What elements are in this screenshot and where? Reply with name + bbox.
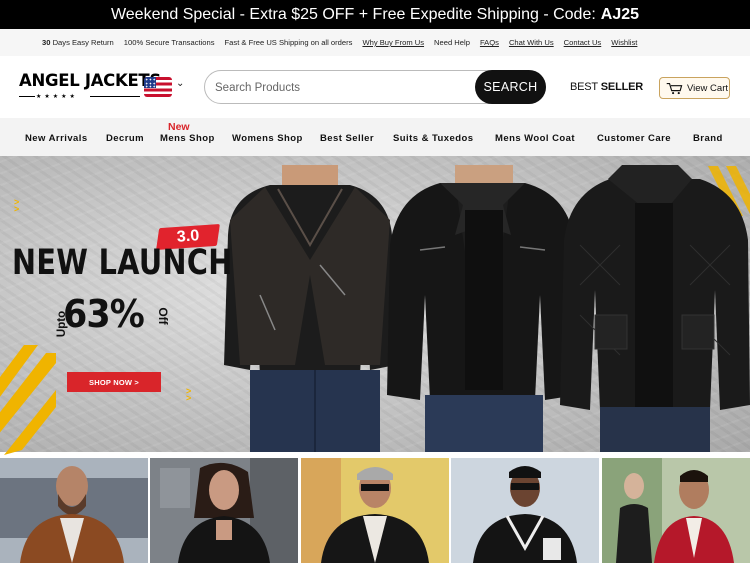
tile-silver-fox[interactable] — [300, 458, 449, 563]
nav-mens-wool-coat[interactable]: Mens Wool Coat — [495, 133, 575, 144]
search-button[interactable]: SEARCH — [475, 70, 546, 104]
tile-image-1 — [0, 458, 148, 563]
nav-mens-shop[interactable]: Mens Shop — [160, 133, 215, 144]
why-buy-link[interactable]: Why Buy From Us — [362, 38, 424, 47]
chat-link[interactable]: Chat With Us — [509, 38, 554, 47]
shipping-info: Fast & Free US Shipping on all orders — [224, 38, 353, 47]
best-seller-link[interactable]: BEST SELLER — [570, 81, 643, 93]
promo-code: AJ25 — [600, 5, 640, 23]
category-tiles — [0, 458, 750, 563]
logo-rule-right — [90, 96, 140, 97]
off-label: Off — [156, 307, 170, 325]
secure-info: 100% Secure Transactions — [123, 38, 215, 47]
nav-customer-care[interactable]: Customer Care — [597, 133, 671, 144]
promo-bar: Weekend Special - Extra $25 OFF + Free E… — [0, 0, 750, 29]
tile-red-tuxedo[interactable] — [601, 458, 750, 563]
tile-image-4 — [451, 458, 600, 563]
us-flag-icon[interactable]: ✦✦✦ ✦✦✦ ✦✦✦ — [144, 77, 172, 97]
tile-image-3 — [300, 458, 449, 563]
site-header: ANGEL JACKETS ★★★★★ ✦✦✦✦✦✦✦✦✦ ⌄ SEARCH B… — [0, 56, 750, 118]
main-nav: New New Arrivals Decrum Mens Shop Womens… — [0, 118, 750, 156]
shop-now-button[interactable]: SHOP NOW > — [67, 372, 161, 392]
cart-icon — [666, 82, 683, 94]
nav-best-seller[interactable]: Best Seller — [320, 133, 374, 144]
need-help-link[interactable]: Need Help — [434, 38, 470, 47]
returns-info: 30 Days Easy Return — [42, 38, 114, 47]
tile-image-5 — [601, 458, 750, 563]
tile-image-2 — [150, 458, 299, 563]
search-input[interactable] — [215, 79, 465, 97]
model-leather-vest — [224, 165, 396, 452]
utility-bar: 30 Days Easy Return 100% Secure Transact… — [0, 29, 750, 56]
model-black-jacket — [387, 165, 577, 452]
chevron-arrows-icon: > > — [14, 197, 20, 214]
view-cart-label: View Cart — [687, 82, 729, 94]
site-logo[interactable]: ANGEL JACKETS — [19, 72, 161, 90]
wishlist-link[interactable]: Wishlist — [611, 38, 637, 47]
chevron-down-icon[interactable]: ⌄ — [176, 78, 184, 89]
logo-rule-left — [19, 96, 35, 97]
tile-womens-leather[interactable] — [150, 458, 299, 563]
tile-varsity-jacket[interactable] — [451, 458, 600, 563]
promo-text: Weekend Special - Extra $25 OFF + Free E… — [110, 5, 596, 23]
nav-brand[interactable]: Brand — [693, 133, 723, 144]
best-seller-bold: SELLER — [600, 81, 643, 93]
best-seller-light: BEST — [570, 81, 598, 93]
model-quilted-jacket — [560, 165, 750, 452]
tile-brown-leather-jacket[interactable] — [0, 458, 148, 563]
nav-womens-shop[interactable]: Womens Shop — [232, 133, 303, 144]
faqs-link[interactable]: FAQs — [480, 38, 499, 47]
chevron-arrows-icon-2: > > — [186, 386, 192, 403]
view-cart-button[interactable]: View Cart — [659, 77, 730, 99]
nav-new-arrivals[interactable]: New Arrivals — [25, 133, 88, 144]
logo-stars: ★★★★★ — [36, 94, 78, 100]
hero-title: NEW LAUNCH — [12, 243, 233, 283]
nav-decrum[interactable]: Decrum — [106, 133, 144, 144]
discount-percent: 63% — [63, 292, 145, 336]
search-bar: SEARCH — [204, 70, 546, 104]
nav-suits-tuxedos[interactable]: Suits & Tuxedos — [393, 133, 473, 144]
new-tag: New — [168, 121, 190, 133]
flag-canton: ✦✦✦ ✦✦✦ ✦✦✦ — [144, 77, 157, 89]
contact-link[interactable]: Contact Us — [564, 38, 602, 47]
hazard-stripes-left — [0, 345, 56, 455]
